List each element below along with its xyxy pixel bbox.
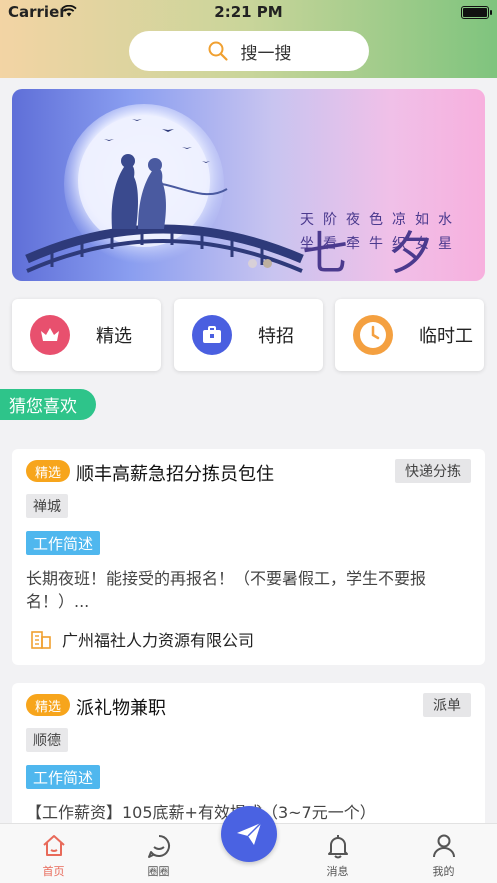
- publish-button[interactable]: [221, 806, 277, 862]
- clock-icon: [353, 315, 393, 355]
- category-featured[interactable]: 精选: [12, 299, 161, 371]
- carousel-indicator[interactable]: [248, 259, 272, 268]
- tab-circle[interactable]: 圈圈: [109, 824, 208, 883]
- paper-plane-icon: [237, 822, 262, 845]
- briefcase-icon: [192, 315, 232, 355]
- job-card[interactable]: 精选 顺丰高薪急招分拣员包住 快递分拣 禅城 工作简述 长期夜班！能接受的再报名…: [12, 449, 485, 665]
- job-description: 长期夜班！能接受的再报名！（不要暑假工，学生不要报名！）...: [26, 569, 427, 611]
- banner-poem-line-1: 天阶夜色凉如水: [300, 212, 461, 228]
- search-bar[interactable]: 搜一搜: [129, 31, 369, 71]
- location-tag: 禅城: [26, 494, 68, 518]
- tab-home[interactable]: 首页: [4, 824, 103, 883]
- status-bar: Carrier 2:21 PM: [0, 0, 497, 26]
- job-title: 派礼物兼职: [76, 698, 166, 719]
- description-label: 工作简述: [26, 531, 101, 555]
- location-tag: 顺德: [26, 728, 68, 752]
- search-placeholder: 搜一搜: [240, 43, 292, 64]
- tab-label: 首页: [42, 865, 65, 878]
- category-label: 临时工: [419, 326, 473, 347]
- home-icon: [42, 835, 65, 856]
- crown-icon: [30, 315, 70, 355]
- category-special[interactable]: 特招: [174, 299, 323, 371]
- person-icon: [432, 834, 455, 858]
- tab-label: 我的: [432, 865, 455, 878]
- category-label: 特招: [258, 326, 294, 347]
- category-label: 精选: [96, 326, 132, 347]
- search-icon: [208, 41, 228, 61]
- tab-profile[interactable]: 我的: [394, 824, 493, 883]
- featured-badge: 精选: [26, 694, 70, 716]
- battery-icon: [461, 6, 492, 19]
- carousel-dot-active[interactable]: [263, 259, 272, 268]
- banner-poem-line-2: 坐看牵牛织女星: [300, 236, 461, 252]
- tab-label: 消息: [326, 865, 349, 878]
- tab-label: 圈圈: [147, 865, 170, 878]
- featured-badge: 精选: [26, 460, 70, 482]
- bell-icon: [327, 835, 348, 859]
- company-row: 广州福社人力资源有限公司: [30, 627, 254, 651]
- section-title: 猜您喜欢: [0, 389, 96, 420]
- top-header: Carrier 2:21 PM 搜一搜: [0, 0, 497, 78]
- job-type-tag: 快递分拣: [395, 459, 471, 483]
- banner-carousel[interactable]: 七夕 天阶夜色凉如水 坐看牵牛织女星: [12, 89, 485, 281]
- tab-messages[interactable]: 消息: [288, 824, 387, 883]
- carousel-dot[interactable]: [248, 259, 257, 268]
- status-time: 2:21 PM: [214, 3, 283, 21]
- job-type-tag: 派单: [423, 693, 471, 717]
- chat-icon: [147, 835, 170, 858]
- company-name: 广州福社人力资源有限公司: [62, 631, 255, 650]
- building-icon: [31, 631, 51, 649]
- description-label: 工作简述: [26, 765, 101, 789]
- category-temp[interactable]: 临时工: [335, 299, 484, 371]
- job-title: 顺丰高薪急招分拣员包住: [76, 464, 274, 485]
